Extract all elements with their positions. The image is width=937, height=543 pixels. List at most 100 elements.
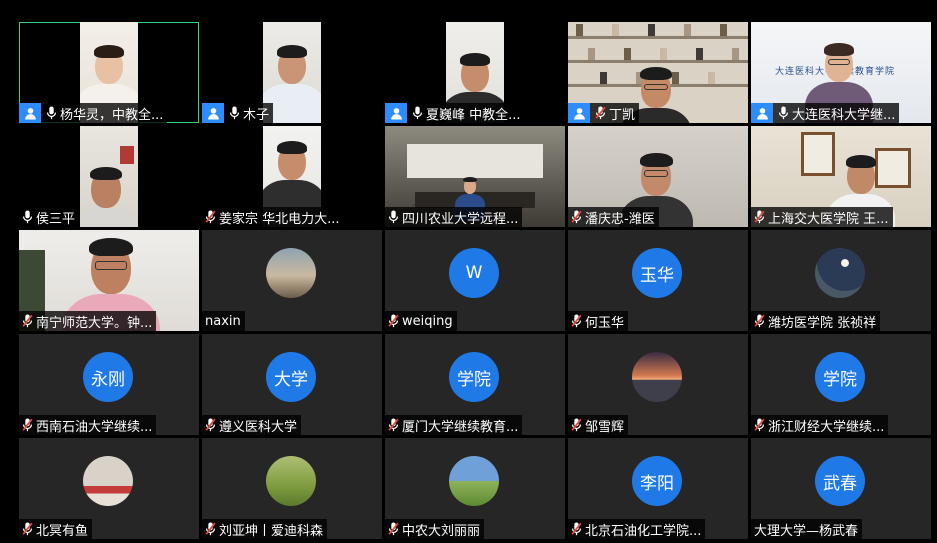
initials-avatar: 李阳	[632, 456, 682, 506]
participant-name-label: 何玉华	[568, 311, 629, 331]
initials-avatar: 永刚	[83, 352, 133, 402]
person-hair	[824, 43, 854, 56]
book	[720, 24, 727, 36]
microphone-muted-icon	[20, 313, 34, 329]
initials-avatar: 学院	[449, 352, 499, 402]
participant-name: weiqing	[402, 313, 453, 329]
participant-name: 大理大学—杨武春	[754, 523, 859, 539]
participant-name-label: 丁凯	[568, 103, 640, 123]
initials-avatar: 武春	[815, 456, 865, 506]
participant-name: 南宁师范大学。钟...	[36, 315, 153, 331]
participant-name: 大连医科大学继...	[792, 107, 896, 123]
microphone-muted-icon	[386, 313, 400, 329]
participant-tile[interactable]: 李阳 北京石油化工学院...	[568, 438, 748, 539]
participant-tile[interactable]: 木子	[202, 22, 382, 123]
participant-name: 潘庆忠-潍医	[585, 211, 655, 227]
book	[600, 72, 607, 84]
participant-name: naxin	[205, 313, 241, 329]
participant-tile[interactable]: 上海交大医学院 王...	[751, 126, 931, 227]
host-person-icon	[568, 103, 590, 123]
participant-name: 北冥有鱼	[36, 523, 89, 539]
participant-tile[interactable]: 邹雪辉	[568, 334, 748, 435]
picture-frame	[801, 132, 835, 176]
person-hair	[89, 237, 133, 257]
participant-name-label: 木子	[202, 103, 274, 123]
microphone-muted-icon	[569, 417, 583, 433]
video-gallery-grid: 杨华灵，中教全... 木子 夏巍峰 中教全... 丁凯 大连医科大学继续教育学院大连医科…	[0, 0, 937, 543]
participant-name-label: 杨华灵，中教全...	[19, 103, 168, 123]
profile-photo-avatar	[266, 248, 316, 298]
person-hair	[460, 53, 490, 66]
participant-tile[interactable]: 大连医科大学继续教育学院大连医科大学继...	[751, 22, 931, 123]
participant-name: 上海交大医学院 王...	[768, 211, 889, 227]
participant-name: 中农大刘丽丽	[402, 523, 481, 539]
participant-tile[interactable]: 四川农业大学远程...	[385, 126, 565, 227]
participant-name: 西南石油大学继续...	[36, 419, 153, 435]
participant-name: 刘亚坤丨爱迪科森	[219, 523, 324, 539]
profile-photo-avatar	[266, 456, 316, 506]
participant-tile[interactable]: naxin	[202, 230, 382, 331]
participant-name-label: 姜家宗 华北电力大...	[202, 207, 344, 227]
participant-name-label: 西南石油大学继续...	[19, 415, 157, 435]
microphone-icon	[386, 209, 400, 225]
participant-tile[interactable]: Wweiqing	[385, 230, 565, 331]
microphone-muted-icon	[593, 105, 607, 121]
book	[660, 48, 667, 60]
book	[624, 48, 631, 60]
microphone-muted-icon	[752, 209, 766, 225]
book	[612, 24, 619, 36]
participant-name-label: weiqing	[385, 311, 457, 331]
person-hair	[463, 176, 477, 183]
participant-name-label: 浙江财经大学继续...	[751, 415, 889, 435]
participant-tile[interactable]: 丁凯	[568, 22, 748, 123]
host-person-icon	[385, 103, 407, 123]
initials-avatar: W	[449, 248, 499, 298]
participant-tile[interactable]: 杨华灵，中教全...	[19, 22, 199, 123]
microphone-muted-icon	[203, 209, 217, 225]
host-person-icon	[202, 103, 224, 123]
profile-photo-avatar	[83, 456, 133, 506]
microphone-muted-icon	[569, 521, 583, 537]
participant-name-label: 大连医科大学继...	[751, 103, 900, 123]
microphone-muted-icon	[386, 417, 400, 433]
participant-name-label: 潘庆忠-潍医	[568, 207, 659, 227]
participant-name-label: 刘亚坤丨爱迪科森	[202, 519, 328, 539]
participant-tile[interactable]: 夏巍峰 中教全...	[385, 22, 565, 123]
participant-name-label: 遵义医科大学	[202, 415, 302, 435]
participant-name-label: 潍坊医学院 张祯祥	[751, 311, 881, 331]
book	[708, 72, 715, 84]
participant-tile[interactable]: 潍坊医学院 张祯祥	[751, 230, 931, 331]
participant-name: 厦门大学继续教育...	[402, 419, 519, 435]
participant-tile[interactable]: 刘亚坤丨爱迪科森	[202, 438, 382, 539]
participant-name: 四川农业大学远程...	[402, 211, 519, 227]
participant-tile[interactable]: 南宁师范大学。钟...	[19, 230, 199, 331]
participant-name: 姜家宗 华北电力大...	[219, 211, 340, 227]
profile-photo-avatar	[815, 248, 865, 298]
glasses	[828, 59, 850, 65]
picture-frame	[875, 148, 911, 188]
participant-tile[interactable]: 侯三平	[19, 126, 199, 227]
initials-avatar: 大学	[266, 352, 316, 402]
participant-tile[interactable]: 学院 浙江财经大学继续...	[751, 334, 931, 435]
participant-tile[interactable]: 潘庆忠-潍医	[568, 126, 748, 227]
participant-tile[interactable]: 武春大理大学—杨武春	[751, 438, 931, 539]
participant-tile[interactable]: 大学遵义医科大学	[202, 334, 382, 435]
microphone-muted-icon	[20, 521, 34, 537]
participant-tile[interactable]: 永刚西南石油大学继续...	[19, 334, 199, 435]
participant-name-label: 上海交大医学院 王...	[751, 207, 893, 227]
participant-name-label: 厦门大学继续教育...	[385, 415, 523, 435]
participant-name: 潍坊医学院 张祯祥	[768, 315, 877, 331]
person-hair	[277, 141, 307, 154]
participant-tile[interactable]: 玉华 何玉华	[568, 230, 748, 331]
person-hair	[90, 166, 122, 181]
participant-tile[interactable]: 姜家宗 华北电力大...	[202, 126, 382, 227]
person-hair	[277, 45, 307, 58]
participant-tile[interactable]: 中农大刘丽丽	[385, 438, 565, 539]
participant-tile[interactable]: 北冥有鱼	[19, 438, 199, 539]
participant-name-label: 南宁师范大学。钟...	[19, 311, 157, 331]
wall-decoration	[120, 146, 134, 164]
participant-tile[interactable]: 学院厦门大学继续教育...	[385, 334, 565, 435]
microphone-muted-icon	[752, 417, 766, 433]
participant-name: 邹雪辉	[585, 419, 625, 435]
host-person-icon	[751, 103, 773, 123]
